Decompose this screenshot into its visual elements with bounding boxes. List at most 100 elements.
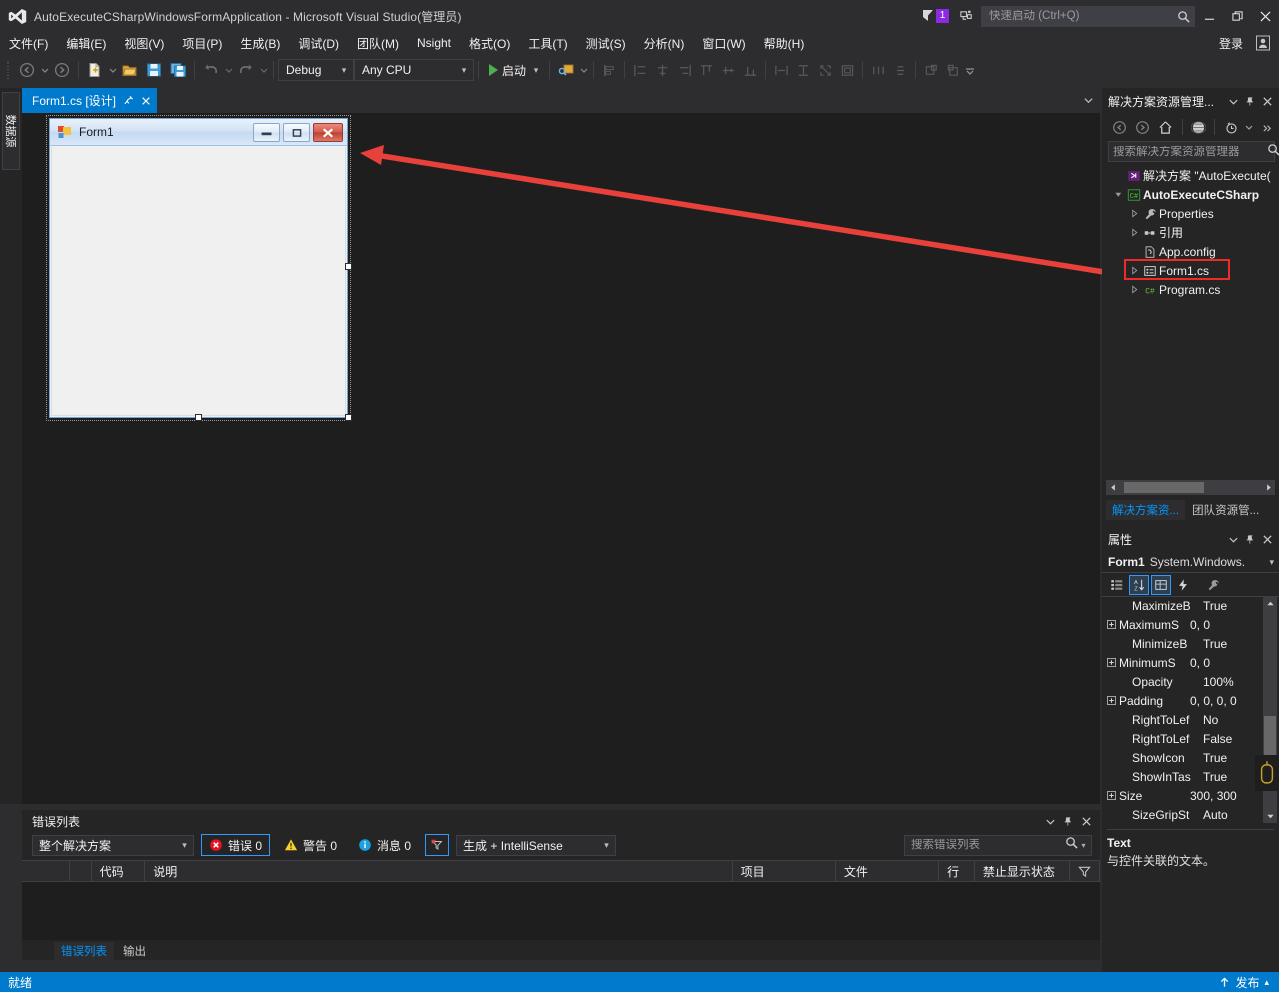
solution-explorer-search-input[interactable] — [1113, 145, 1267, 158]
account-avatar-icon[interactable] — [1251, 33, 1275, 53]
solution-platform-combo[interactable]: Any CPU ▾ — [354, 59, 474, 81]
quick-launch-box[interactable] — [981, 5, 1195, 27]
tree-expander-collapsed-icon[interactable] — [1128, 209, 1141, 218]
pin-icon[interactable] — [1243, 93, 1257, 109]
publish-label[interactable]: 发布 — [1235, 974, 1259, 991]
notification-flag-icon[interactable] — [921, 9, 935, 23]
form-designer-surface[interactable]: Form1 — [46, 115, 352, 421]
notification-count-badge[interactable]: 1 — [936, 9, 949, 23]
close-icon[interactable] — [1260, 531, 1274, 547]
property-row[interactable]: ShowIcon True — [1102, 748, 1279, 767]
form-client-area[interactable] — [51, 147, 346, 416]
column-project[interactable]: 项目 — [733, 860, 836, 882]
expand-icon[interactable] — [1105, 620, 1117, 629]
chevron-down-icon[interactable]: ▾ — [457, 65, 471, 76]
property-row[interactable]: RightToLef False — [1102, 729, 1279, 748]
events-icon[interactable] — [1173, 575, 1193, 595]
new-project-caret-icon[interactable] — [107, 58, 118, 82]
pending-changes-caret-icon[interactable] — [1244, 116, 1254, 138]
menu-window[interactable]: 窗口(W) — [693, 33, 754, 54]
form-close-button[interactable] — [313, 122, 343, 142]
tree-node-references[interactable]: 引用 — [1102, 223, 1279, 242]
resize-handle-bottom-right[interactable] — [345, 414, 352, 421]
properties-object-selector[interactable]: Form1 System.Windows. ▾ — [1102, 552, 1279, 573]
resize-handle-middle-right[interactable] — [345, 263, 352, 270]
tree-node-program-cs[interactable]: C# Program.cs — [1102, 280, 1279, 299]
categorized-icon[interactable] — [1107, 575, 1127, 595]
toolbar-overflow-icon[interactable] — [964, 58, 975, 82]
menu-help[interactable]: 帮助(H) — [755, 33, 814, 54]
column-filter-icon[interactable] — [1070, 860, 1100, 882]
column-suppression-state[interactable]: 禁止显示状态 — [975, 860, 1071, 882]
error-list-search-input[interactable] — [911, 839, 1065, 851]
signin-button[interactable]: 登录 — [1211, 33, 1251, 54]
minimize-button[interactable] — [1195, 0, 1223, 32]
solution-explorer-search-box[interactable]: ▾ — [1108, 141, 1279, 162]
save-all-icon[interactable] — [166, 58, 190, 82]
property-row[interactable]: MaximizeB True — [1102, 596, 1279, 615]
menu-format[interactable]: 格式(O) — [460, 33, 519, 54]
menu-analyze[interactable]: 分析(N) — [635, 33, 694, 54]
messages-filter-button[interactable]: 消息 0 — [351, 834, 418, 856]
caret-up-icon[interactable]: ▴ — [1264, 977, 1269, 988]
clear-filter-icon[interactable] — [425, 834, 450, 856]
pending-changes-icon[interactable] — [1221, 116, 1241, 138]
send-feedback-icon[interactable] — [955, 5, 977, 27]
menu-view[interactable]: 视图(V) — [115, 33, 173, 54]
tab-team-explorer[interactable]: 团队资源管... — [1186, 500, 1266, 520]
pane-dropdown-icon[interactable] — [1226, 93, 1240, 109]
designed-form[interactable]: Form1 — [49, 118, 348, 418]
menu-nsight[interactable]: Nsight — [408, 34, 460, 52]
alphabetical-icon[interactable]: AZ — [1129, 574, 1149, 595]
form-minimize-button[interactable] — [253, 122, 280, 142]
search-options-caret-icon[interactable]: ▾ — [1078, 841, 1089, 850]
start-debug-button[interactable]: 启动 ▾ — [483, 58, 545, 82]
tree-node-project[interactable]: C# AutoExecuteCSharp — [1102, 185, 1279, 204]
menu-test[interactable]: 测试(S) — [577, 33, 635, 54]
open-file-icon[interactable] — [118, 58, 142, 82]
properties-grid[interactable]: MaximizeB True MaximumS 0, 0 MinimizeB True… — [1102, 596, 1279, 823]
error-list-rows[interactable] — [22, 882, 1100, 940]
tab-solution-explorer[interactable]: 解决方案资... — [1106, 500, 1186, 520]
error-list-search-box[interactable]: ▾ — [904, 834, 1092, 856]
property-pages-icon[interactable] — [1203, 575, 1223, 595]
tree-expander-expanded-icon[interactable] — [1112, 190, 1125, 199]
column-severity[interactable] — [70, 860, 92, 882]
quick-launch-input[interactable] — [989, 10, 1177, 22]
menu-file[interactable]: 文件(F) — [0, 33, 57, 54]
solution-explorer-horizontal-scrollbar[interactable] — [1106, 480, 1275, 495]
menu-debug[interactable]: 调试(D) — [289, 33, 348, 54]
column-select[interactable] — [22, 860, 70, 882]
tab-form1-designer[interactable]: Form1.cs [设计] — [22, 88, 158, 113]
pin-icon[interactable] — [1243, 531, 1257, 547]
chevron-down-icon[interactable]: ▾ — [600, 840, 613, 851]
tab-list-dropdown-icon[interactable] — [1083, 95, 1094, 106]
chevron-down-icon[interactable]: ▾ — [1269, 557, 1279, 568]
form-maximize-button[interactable] — [283, 122, 310, 142]
property-row[interactable]: MinimumS 0, 0 — [1102, 653, 1279, 672]
menu-team[interactable]: 团队(M) — [348, 33, 408, 54]
errors-filter-button[interactable]: 错误 0 — [201, 834, 271, 856]
resize-handle-bottom-center[interactable] — [195, 414, 202, 421]
build-intellisense-combo[interactable]: 生成 + IntelliSense ▾ — [456, 834, 617, 856]
property-row[interactable]: Size 300, 300 — [1102, 786, 1279, 805]
property-row[interactable]: MaximumS 0, 0 — [1102, 615, 1279, 634]
column-description[interactable]: 说明 — [145, 860, 733, 882]
properties-icon[interactable] — [1151, 574, 1171, 595]
restore-button[interactable] — [1223, 0, 1251, 32]
scroll-up-icon[interactable] — [1263, 596, 1277, 610]
menu-edit[interactable]: 编辑(E) — [57, 33, 115, 54]
back-icon[interactable] — [1110, 116, 1130, 138]
property-row[interactable]: Padding 0, 0, 0, 0 — [1102, 691, 1279, 710]
forward-icon[interactable] — [1133, 116, 1153, 138]
property-row[interactable]: ShowInTas True — [1102, 767, 1279, 786]
attach-to-process-icon[interactable] — [554, 58, 578, 82]
menu-project[interactable]: 项目(P) — [173, 33, 231, 54]
save-icon[interactable] — [142, 58, 166, 82]
solution-configuration-combo[interactable]: Debug ▾ — [278, 59, 354, 81]
pane-dropdown-icon[interactable] — [1226, 531, 1240, 547]
close-icon[interactable] — [1079, 813, 1093, 829]
expand-icon[interactable] — [1105, 791, 1117, 800]
navigate-backward-icon[interactable] — [15, 58, 39, 82]
scrollbar-thumb[interactable] — [1124, 482, 1204, 493]
